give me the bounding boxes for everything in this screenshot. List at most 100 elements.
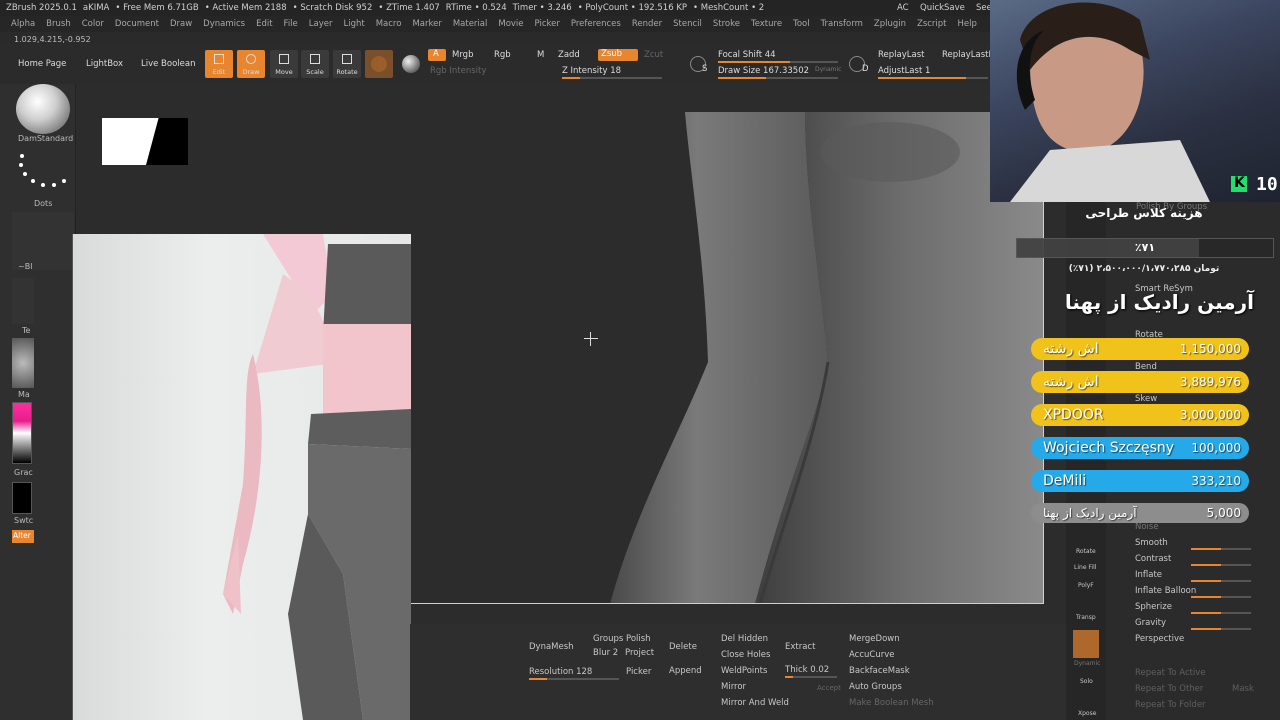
menu-stencil[interactable]: Stencil	[673, 19, 702, 29]
focal-shift-track[interactable]	[718, 61, 838, 63]
mrgb-button[interactable]: Mrgb	[452, 50, 473, 60]
material-thumbnail[interactable]	[12, 338, 34, 388]
blur-slider[interactable]: Blur 2	[593, 648, 618, 658]
live-boolean-button[interactable]: Live Boolean	[141, 59, 195, 69]
shelf-dynamic-button[interactable]: Dynamic	[1074, 660, 1100, 667]
a-toggle[interactable]: A	[428, 49, 446, 61]
contrast-slider[interactable]: Contrast	[1135, 554, 1171, 564]
rgb-intensity-slider[interactable]: Rgb Intensity	[430, 66, 486, 76]
menu-texture[interactable]: Texture	[751, 19, 782, 29]
dynamesh-button[interactable]: DynaMesh	[529, 642, 574, 652]
brush-thumbnail[interactable]	[16, 84, 70, 134]
merge-down-button[interactable]: MergeDown	[849, 634, 900, 644]
backface-mask-toggle[interactable]: BackfaceMask	[849, 666, 910, 676]
menu-draw[interactable]: Draw	[170, 19, 192, 29]
menu-file[interactable]: File	[284, 19, 298, 29]
reference-thumbnail[interactable]	[102, 118, 188, 165]
mirror-and-weld-button[interactable]: Mirror And Weld	[721, 698, 789, 708]
texture-swatch[interactable]	[397, 50, 425, 78]
weld-points-button[interactable]: WeldPoints	[721, 666, 767, 676]
adjust-last-track[interactable]	[878, 77, 988, 79]
shelf-polyf-button[interactable]: PolyF	[1078, 582, 1094, 589]
stroke-thumbnail[interactable]	[14, 148, 70, 196]
menu-alpha[interactable]: Alpha	[11, 19, 35, 29]
menu-brush[interactable]: Brush	[46, 19, 71, 29]
ac-button[interactable]: AC	[897, 3, 909, 13]
picker-button[interactable]: Picker	[626, 667, 651, 677]
texture-thumbnail[interactable]	[12, 278, 34, 324]
inflate-track[interactable]	[1191, 580, 1251, 582]
home-page-button[interactable]: Home Page	[18, 59, 66, 69]
repeat-to-other-button[interactable]: Repeat To Other	[1135, 684, 1203, 694]
scale-button[interactable]: Scale	[301, 50, 329, 78]
mask-toggle[interactable]: Mask	[1232, 684, 1254, 694]
switch-color-label[interactable]: Swtc	[14, 516, 33, 525]
menu-zscript[interactable]: Zscript	[917, 19, 947, 29]
make-boolean-mesh-button[interactable]: Make Boolean Mesh	[849, 698, 934, 708]
draw-size-track[interactable]	[718, 77, 838, 79]
menu-dynamics[interactable]: Dynamics	[203, 19, 245, 29]
shelf-ghost-button[interactable]	[1073, 630, 1099, 658]
menu-transform[interactable]: Transform	[821, 19, 863, 29]
inflate-balloon-track[interactable]	[1191, 596, 1251, 598]
menu-material[interactable]: Material	[453, 19, 488, 29]
z-intensity-slider[interactable]: Z Intensity 18	[562, 66, 621, 76]
zcut-button[interactable]: Zcut	[644, 50, 663, 60]
rgb-button[interactable]: Rgb	[494, 50, 511, 60]
menu-layer[interactable]: Layer	[309, 19, 333, 29]
dynamic-toggle[interactable]: Dynamic	[815, 66, 841, 73]
gravity-track[interactable]	[1191, 628, 1251, 630]
project-toggle[interactable]: Project	[625, 648, 654, 658]
menu-light[interactable]: Light	[343, 19, 364, 29]
shelf-transp-button[interactable]: Transp	[1076, 614, 1096, 621]
delete-button[interactable]: Delete	[669, 642, 697, 652]
auto-groups-button[interactable]: Auto Groups	[849, 682, 902, 692]
quicksave-button[interactable]: QuickSave	[920, 3, 965, 13]
draw-size-slider[interactable]: Draw Size 167.33502	[718, 66, 809, 76]
extract-button[interactable]: Extract	[785, 642, 815, 652]
material-swatch[interactable]	[365, 50, 393, 78]
menu-render[interactable]: Render	[632, 19, 662, 29]
thick-slider[interactable]: Thick 0.02	[785, 665, 829, 675]
del-hidden-button[interactable]: Del Hidden	[721, 634, 768, 644]
append-button[interactable]: Append	[669, 666, 702, 676]
zsub-button[interactable]: Zsub	[598, 49, 638, 61]
lightbox-button[interactable]: LightBox	[86, 59, 123, 69]
menu-movie[interactable]: Movie	[498, 19, 523, 29]
move-button[interactable]: Move	[270, 50, 298, 78]
menu-help[interactable]: Help	[958, 19, 977, 29]
perspective-toggle[interactable]: Perspective	[1135, 634, 1184, 644]
m-button[interactable]: M	[537, 50, 544, 60]
draw-button[interactable]: Draw	[237, 50, 265, 78]
resolution-slider[interactable]: Resolution 128	[529, 667, 592, 677]
z-intensity-track[interactable]	[562, 77, 662, 79]
polish-toggle[interactable]: Polish	[626, 634, 651, 644]
groups-toggle[interactable]: Groups	[593, 634, 623, 644]
shelf-rotate-button[interactable]: Rotate	[1076, 548, 1096, 555]
mirror-button[interactable]: Mirror	[721, 682, 746, 692]
rotate-button[interactable]: Rotate	[333, 50, 361, 78]
menu-marker[interactable]: Marker	[412, 19, 441, 29]
repeat-to-active-button[interactable]: Repeat To Active	[1135, 668, 1206, 678]
accept-button[interactable]: Accept	[817, 684, 841, 692]
shelf-xpose-button[interactable]: Xpose	[1078, 710, 1096, 717]
accucurve-toggle[interactable]: AccuCurve	[849, 650, 894, 660]
spherize-slider[interactable]: Spherize	[1135, 602, 1172, 612]
color-picker[interactable]	[12, 402, 32, 464]
inflate-balloon-slider[interactable]: Inflate Balloon	[1135, 586, 1196, 596]
shelf-solo-button[interactable]: Solo	[1080, 678, 1093, 685]
spherize-track[interactable]	[1191, 612, 1251, 614]
close-holes-button[interactable]: Close Holes	[721, 650, 770, 660]
gravity-slider[interactable]: Gravity	[1135, 618, 1166, 628]
focal-shift-slider[interactable]: Focal Shift 44	[718, 50, 776, 60]
menu-document[interactable]: Document	[115, 19, 159, 29]
menu-zplugin[interactable]: Zplugin	[874, 19, 906, 29]
noise-slider[interactable]: Noise	[1135, 522, 1159, 532]
zadd-button[interactable]: Zadd	[558, 50, 580, 60]
repeat-to-folder-button[interactable]: Repeat To Folder	[1135, 700, 1206, 710]
alternate-button[interactable]: Alter	[12, 530, 34, 543]
menu-picker[interactable]: Picker	[535, 19, 560, 29]
adjust-last-slider[interactable]: AdjustLast 1	[878, 66, 930, 76]
menu-stroke[interactable]: Stroke	[713, 19, 740, 29]
smooth-slider[interactable]: Smooth	[1135, 538, 1168, 548]
